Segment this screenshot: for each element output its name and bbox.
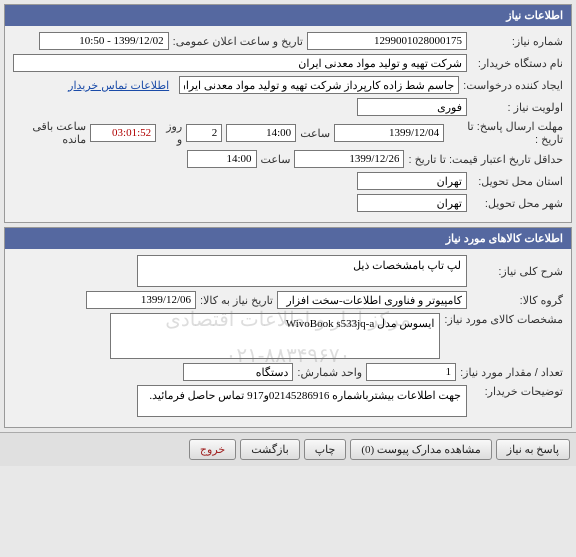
exit-button[interactable]: خروج <box>189 439 236 460</box>
need-date-label: تاریخ نیاز به کالا: <box>200 294 273 307</box>
info-panel: اطلاعات نیاز شماره نیاز: تاریخ و ساعت اع… <box>4 4 572 223</box>
deadline-label: مهلت ارسال پاسخ: تا تاریخ : <box>448 120 563 146</box>
summary-label: شرح کلی نیاز: <box>471 265 563 278</box>
announce-label: تاریخ و ساعت اعلان عمومی: <box>173 35 303 48</box>
countdown-input <box>90 124 156 142</box>
need-date-input[interactable] <box>86 291 196 309</box>
delivery-province-label: استان محل تحویل: <box>471 175 563 188</box>
days-input[interactable] <box>186 124 222 142</box>
unit-label: واحد شمارش: <box>297 366 362 379</box>
priority-input[interactable] <box>357 98 467 116</box>
announce-input[interactable] <box>39 32 169 50</box>
days-label: روز و <box>160 120 182 146</box>
spec-label: مشخصات کالای مورد نیاز: <box>444 313 563 326</box>
print-button[interactable]: چاپ <box>304 439 347 460</box>
delivery-city-input[interactable] <box>357 194 467 212</box>
group-label: گروه کالا: <box>471 294 563 307</box>
buyer-label: نام دستگاه خریدار: <box>471 57 563 70</box>
panel2-body: مرکز آمار و اطلاعات اقتصادی۰۲۱-۸۸۳۴۹۶۷۰ … <box>5 249 571 427</box>
min-credit-date-input[interactable] <box>294 150 404 168</box>
creator-label: ایجاد کننده درخواست: <box>463 79 563 92</box>
panel2-title: اطلاعات کالاهای مورد نیاز <box>5 228 571 249</box>
notes-label: توضیحات خریدار: <box>471 385 563 398</box>
contact-link[interactable]: اطلاعات تماس خریدار <box>68 79 169 92</box>
delivery-province-input[interactable] <box>357 172 467 190</box>
min-credit-time-input[interactable] <box>187 150 257 168</box>
unit-input[interactable] <box>183 363 293 381</box>
qty-label: تعداد / مقدار مورد نیاز: <box>460 366 563 379</box>
need-number-label: شماره نیاز: <box>471 35 563 48</box>
spec-input[interactable] <box>110 313 440 359</box>
creator-input[interactable] <box>179 76 459 94</box>
view-attachments-button[interactable]: مشاهده مدارک پیوست (0) <box>350 439 491 460</box>
delivery-city-label: شهر محل تحویل: <box>471 197 563 210</box>
time-label-1: ساعت <box>300 127 330 140</box>
respond-button[interactable]: پاسخ به نیاز <box>496 439 570 460</box>
back-button[interactable]: بازگشت <box>240 439 300 460</box>
time-label-2: ساعت <box>261 153 291 166</box>
min-credit-label: حداقل تاریخ اعتبار قیمت: تا تاریخ : <box>408 153 563 166</box>
remaining-label: ساعت باقی مانده <box>13 120 86 146</box>
group-input[interactable] <box>277 291 467 309</box>
summary-input[interactable] <box>137 255 467 287</box>
deadline-time-input[interactable] <box>226 124 296 142</box>
priority-label: اولویت نیاز : <box>471 101 563 114</box>
buyer-input[interactable] <box>13 54 467 72</box>
panel1-body: شماره نیاز: تاریخ و ساعت اعلان عمومی: نا… <box>5 26 571 222</box>
goods-panel: اطلاعات کالاهای مورد نیاز مرکز آمار و اط… <box>4 227 572 428</box>
need-number-input[interactable] <box>307 32 467 50</box>
notes-input[interactable] <box>137 385 467 417</box>
qty-input[interactable] <box>366 363 456 381</box>
footer-bar: پاسخ به نیاز مشاهده مدارک پیوست (0) چاپ … <box>0 432 576 466</box>
deadline-date-input[interactable] <box>334 124 444 142</box>
panel1-title: اطلاعات نیاز <box>5 5 571 26</box>
